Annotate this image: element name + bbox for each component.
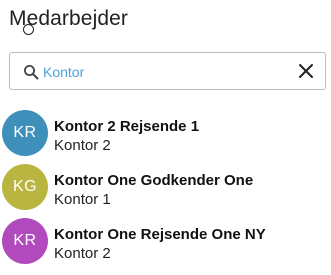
mouse-cursor-indicator (23, 24, 34, 35)
list-item[interactable]: KG Kontor One Godkender One Kontor 1 (0, 162, 331, 216)
employee-office: Kontor 1 (54, 191, 111, 208)
close-icon (299, 64, 313, 78)
employee-office: Kontor 2 (54, 245, 111, 262)
search-box[interactable] (9, 52, 326, 90)
search-input[interactable] (43, 60, 288, 84)
employee-name: Kontor One Rejsende One NY (54, 226, 266, 243)
employee-picker: Medarbejder KR Kontor 2 Rejsende 1 Konto… (0, 0, 331, 275)
list-item[interactable]: KR Kontor One Rejsende One NY Kontor 2 (0, 216, 331, 270)
avatar: KR (2, 110, 48, 156)
list-item[interactable]: KR Kontor 2 Rejsende 1 Kontor 2 (0, 108, 331, 162)
employee-office: Kontor 2 (54, 137, 111, 154)
employee-list: KR Kontor 2 Rejsende 1 Kontor 2 KG Konto… (0, 108, 331, 270)
clear-search-button[interactable] (296, 61, 316, 81)
avatar: KG (2, 164, 48, 210)
employee-name: Kontor 2 Rejsende 1 (54, 118, 200, 135)
employee-name: Kontor One Godkender One (54, 172, 254, 189)
avatar: KR (2, 218, 48, 264)
search-icon (23, 64, 39, 80)
